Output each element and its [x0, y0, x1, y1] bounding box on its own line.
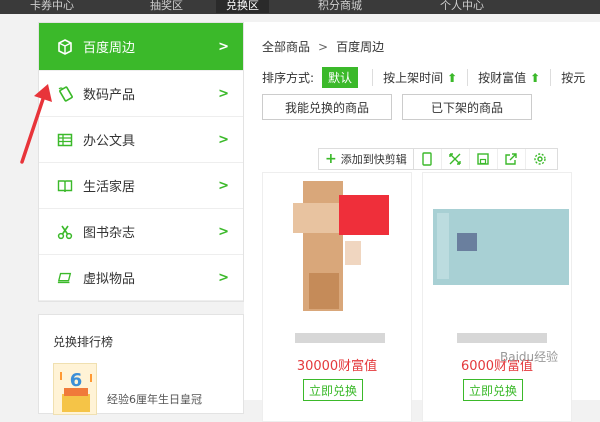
sort-by-yuan[interactable]: 按元 [550, 68, 595, 86]
top-navigation: 卡券中心 抽奖区 兑换区 积分商城 个人中心 [0, 0, 600, 14]
sidebar-item-label: 图书杂志 [83, 226, 136, 241]
redeem-ranking-panel: 兑换排行榜 6 经验6厘年生日皇冠 [38, 314, 244, 415]
sort-label: 排序方式: [262, 70, 315, 85]
sidebar-item-label: 数码产品 [83, 88, 136, 103]
ranking-item-text[interactable]: 经验6厘年生日皇冠 [107, 391, 202, 407]
arrow-up-icon: ⬆ [530, 70, 541, 85]
sidebar-item-baidu-merch[interactable]: 百度周边 > [39, 23, 243, 71]
plus-icon: + [325, 151, 337, 167]
can-redeem-filter-button[interactable]: 我能兑换的商品 [262, 94, 392, 120]
gear-icon[interactable] [526, 149, 554, 169]
redeem-now-button[interactable]: 立即兑换 [303, 379, 363, 401]
breadcrumb-current: 百度周边 [336, 40, 385, 54]
chevron-right-icon: > [218, 39, 229, 54]
product-price: 30000财富值 [296, 359, 378, 374]
offline-filter-button[interactable]: 已下架的商品 [402, 94, 532, 120]
sort-default-button[interactable]: 默认 [322, 66, 359, 88]
sidebar-item-office[interactable]: 办公文具 > [39, 117, 243, 163]
sidebar-item-home[interactable]: 生活家居 > [39, 163, 243, 209]
sort-option-label: 按上架时间 [383, 70, 444, 85]
redeem-now-button[interactable]: 立即兑换 [463, 379, 523, 401]
sort-by-time[interactable]: 按上架时间 ⬆ [372, 68, 467, 86]
product-title-blurred [457, 333, 547, 343]
product-image[interactable] [263, 173, 411, 323]
chevron-right-icon: > [218, 224, 229, 239]
annotation-arrow-icon [20, 84, 52, 164]
sort-option-label: 按财富值 [478, 70, 527, 85]
product-title-blurred [295, 333, 385, 343]
product-card[interactable]: 6000财富值 立即兑换 [422, 172, 572, 422]
add-to-quick-edit-label: 添加到快剪辑 [340, 153, 407, 166]
book-open-icon [57, 178, 73, 194]
product-image[interactable] [423, 173, 571, 323]
laptop-icon [57, 270, 73, 286]
topnav-item[interactable]: 积分商城 [318, 0, 362, 13]
fullscreen-icon[interactable] [442, 149, 470, 169]
sidebar-item-books[interactable]: 图书杂志 > [39, 209, 243, 255]
category-sidebar: 百度周边 > 数码产品 > 办公文具 > 生活家居 > 图书杂志 > 虚拟物品 … [38, 22, 244, 302]
svg-text:6: 6 [70, 370, 83, 391]
product-card[interactable]: 30000财富值 立即兑换 [262, 172, 412, 422]
breadcrumb-separator: > [318, 40, 329, 54]
sidebar-item-label: 虚拟物品 [83, 272, 136, 287]
sort-by-wealth[interactable]: 按财富值 ⬆ [467, 68, 550, 86]
sidebar-item-label: 百度周边 [83, 41, 136, 56]
topnav-item-active[interactable]: 兑换区 [216, 0, 269, 13]
quick-edit-toolbar: + 添加到快剪辑 [318, 148, 558, 170]
sort-option-label: 按元 [561, 70, 586, 85]
topnav-item[interactable]: 抽奖区 [150, 0, 183, 13]
box-icon [57, 38, 73, 55]
sidebar-item-digital[interactable]: 数码产品 > [39, 71, 243, 117]
sidebar-item-label: 办公文具 [83, 134, 136, 149]
scissors-icon [57, 224, 73, 240]
save-icon[interactable] [470, 149, 498, 169]
arrow-up-icon: ⬆ [447, 70, 458, 85]
chevron-right-icon: > [218, 178, 229, 193]
topnav-item[interactable]: 个人中心 [440, 0, 484, 13]
sidebar-item-virtual[interactable]: 虚拟物品 > [39, 255, 243, 301]
ranking-item-thumbnail[interactable]: 6 [53, 363, 97, 415]
chevron-right-icon: > [218, 132, 229, 147]
topnav-item[interactable]: 卡券中心 [30, 0, 74, 13]
main-content: 全部商品 > 百度周边 排序方式: 默认 按上架时间 ⬆ 按财富值 ⬆ 按元 我能兑换的… [244, 22, 600, 422]
ranking-title: 兑换排行榜 [53, 335, 114, 349]
mobile-icon[interactable] [414, 149, 442, 169]
sort-bar: 排序方式: 默认 按上架时间 ⬆ 按财富值 ⬆ 按元 [262, 66, 600, 88]
share-icon[interactable] [498, 149, 526, 169]
sidebar-item-label: 生活家居 [83, 180, 136, 195]
chevron-right-icon: > [218, 270, 229, 285]
breadcrumb-root[interactable]: 全部商品 [262, 40, 310, 54]
chevron-right-icon: > [218, 86, 229, 101]
breadcrumb: 全部商品 > 百度周边 [262, 38, 384, 55]
add-to-quick-edit-button[interactable]: + 添加到快剪辑 [319, 149, 414, 169]
watermark: Baidu经验 [500, 350, 559, 364]
